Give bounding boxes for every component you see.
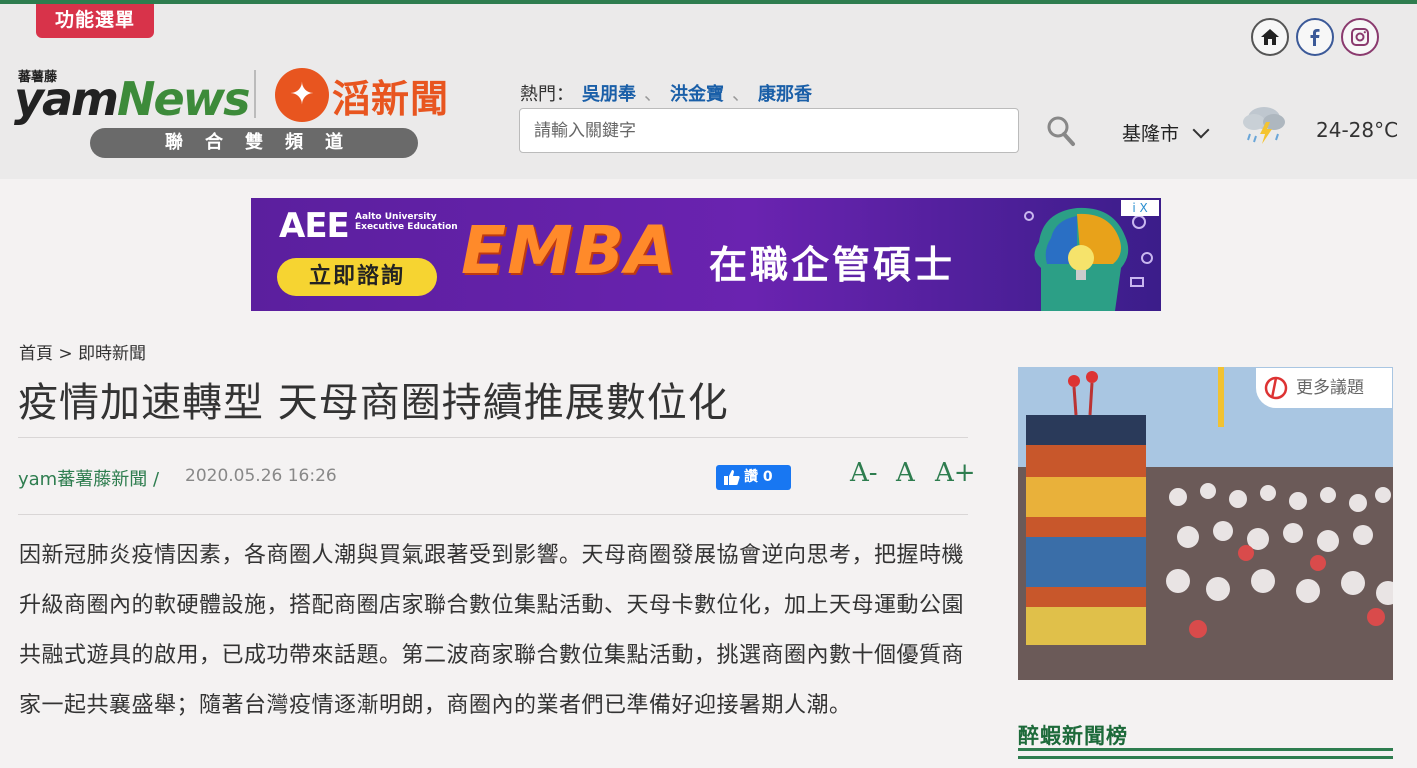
logo-news-text: News <box>116 72 251 126</box>
hot-topic-link[interactable]: 吳朋奉 <box>582 84 636 105</box>
title-divider <box>18 437 968 438</box>
ad-headline: EMBA <box>461 212 678 289</box>
ad-partner: Aalto University Executive Education <box>355 212 458 232</box>
hot-separator: 、 <box>732 84 750 105</box>
channel-bar: 聯合雙頻道 <box>90 128 418 158</box>
font-size-normal-button[interactable]: A <box>896 458 915 488</box>
temperature-readout: 24-28°C <box>1316 118 1399 142</box>
hot-topics: 熱門： 吳朋奉、洪金寶、康那香 <box>520 80 820 106</box>
hot-topic-link[interactable]: 洪金寶 <box>670 84 724 105</box>
city-selector[interactable]: 基隆市 <box>1122 119 1210 146</box>
font-size-increase-button[interactable]: A+ <box>935 458 976 488</box>
font-size-decrease-button[interactable]: A- <box>850 458 878 488</box>
sidebar-heading: 醉蝦新聞榜 <box>1018 724 1128 748</box>
article-title: 疫情加速轉型 天母商圈持續推展數位化 <box>18 380 729 426</box>
emba-ad-banner[interactable]: AEE Aalto University Executive Education … <box>251 198 1161 311</box>
ad-subline: 在職企管碩士 <box>709 243 956 287</box>
search-icon[interactable] <box>1046 114 1076 148</box>
ad-partner-sub: Executive Education <box>355 222 458 232</box>
partner-logo-mark-icon: ✦ <box>275 68 329 122</box>
function-menu-button[interactable]: 功能選單 <box>36 4 154 38</box>
article-date: 2020.05.26 16:26 <box>185 466 337 486</box>
instagram-icon[interactable] <box>1341 18 1379 56</box>
sidebar-heading-rule <box>1018 748 1393 751</box>
yamnews-logo[interactable]: yamNews <box>14 72 251 126</box>
like-label: 讚 0 <box>744 469 773 485</box>
site-header: 功能選單 蕃薯藤 yamNews ✦ 滔新聞 聯合雙頻道 熱門： 吳朋奉、洪金寶、… <box>0 4 1417 179</box>
home-icon[interactable] <box>1251 18 1289 56</box>
ad-close-badge[interactable]: i X <box>1121 200 1159 216</box>
logo-divider <box>254 70 256 118</box>
breadcrumb-section[interactable]: 即時新聞 <box>78 344 146 364</box>
city-label: 基隆市 <box>1122 123 1180 145</box>
partner-logo-text[interactable]: 滔新聞 <box>332 68 449 123</box>
facebook-like-button[interactable]: 讚 0 <box>716 465 791 490</box>
ad-partner-name: Aalto University <box>355 212 437 222</box>
search-input[interactable] <box>519 108 1019 153</box>
more-topics-label: 更多議題 <box>1296 378 1364 398</box>
hot-topic-link[interactable]: 康那香 <box>758 84 812 105</box>
breadcrumb-separator: > <box>58 344 73 364</box>
article-source[interactable]: yam蕃薯藤新聞 / <box>18 465 159 491</box>
facebook-icon[interactable] <box>1296 18 1334 56</box>
weather-rain-cloud-icon <box>1240 100 1290 146</box>
hot-separator: 、 <box>644 84 662 105</box>
meta-divider <box>18 514 968 515</box>
breadcrumb-home[interactable]: 首頁 <box>19 344 53 364</box>
chevron-down-icon <box>1192 121 1210 139</box>
hot-label: 熱門： <box>520 84 574 105</box>
ad-brand: AEE <box>279 206 350 246</box>
breadcrumb: 首頁 > 即時新聞 <box>19 339 146 364</box>
sidebar-feature-image[interactable] <box>1018 367 1393 680</box>
sidebar-heading-rule <box>1018 756 1393 759</box>
logo-yam-text: yam <box>14 72 119 126</box>
ad-cta-button[interactable]: 立即諮詢 <box>277 258 437 296</box>
more-topics-tag[interactable]: 更多議題 <box>1256 368 1392 408</box>
article-body: 因新冠肺炎疫情因素，各商圈人潮與買氣跟著受到影響。天母商圈發展協會逆向思考，把握… <box>19 543 965 718</box>
